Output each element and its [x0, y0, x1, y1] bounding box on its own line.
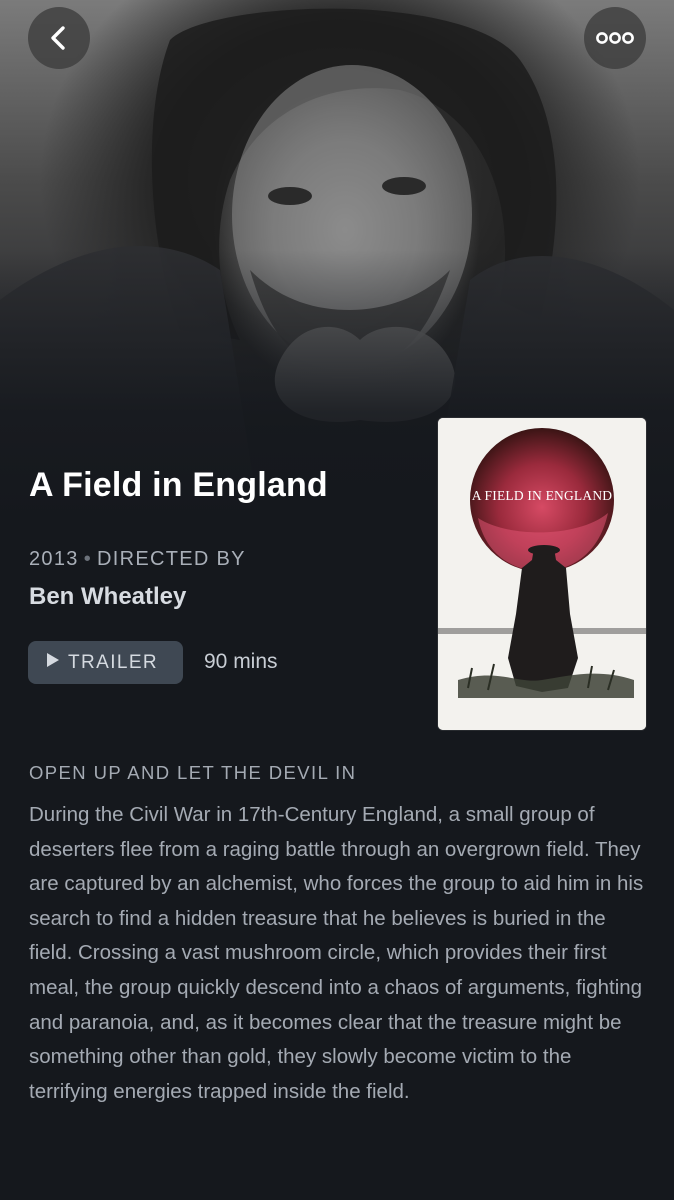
- release-year: 2013: [29, 548, 79, 570]
- movie-poster[interactable]: A FIELD IN ENGLAND: [438, 418, 646, 730]
- back-button[interactable]: [28, 7, 90, 69]
- trailer-label: TRAILER: [68, 651, 159, 673]
- chevron-left-icon: [51, 26, 65, 50]
- more-dots-icon: [596, 32, 634, 44]
- movie-title: A Field in England: [29, 466, 328, 504]
- movie-detail-screen: A Field in England 2013 • DIRECTED BY Ben …: [0, 0, 674, 1200]
- play-icon: [46, 652, 60, 674]
- directed-by-label: DIRECTED BY: [97, 548, 246, 570]
- year-director-line: 2013 • DIRECTED BY: [29, 548, 246, 571]
- poster-title: A FIELD IN ENGLAND: [471, 488, 613, 503]
- tagline: OPEN UP AND LET THE DEVIL IN: [29, 762, 357, 783]
- poster-artwork: [438, 418, 646, 730]
- runtime: 90 mins: [204, 650, 278, 673]
- meta-separator: •: [83, 548, 93, 570]
- synopsis: During the Civil War in 17th-Century Eng…: [29, 803, 644, 1103]
- more-options-button[interactable]: [584, 7, 646, 69]
- director-name[interactable]: Ben Wheatley: [29, 583, 186, 611]
- trailer-button[interactable]: TRAILER: [28, 641, 183, 684]
